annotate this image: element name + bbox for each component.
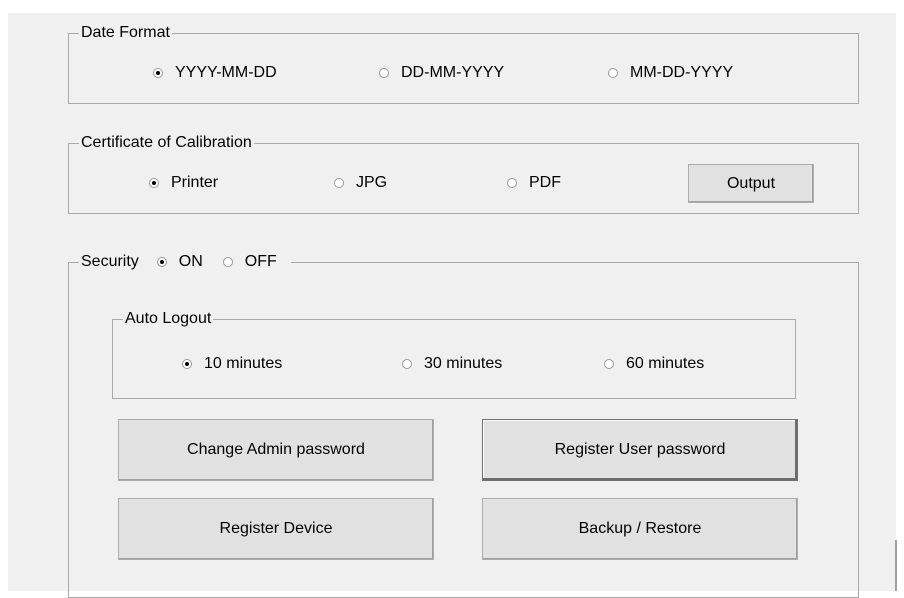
radio-label: MM-DD-YYYY bbox=[630, 64, 734, 81]
register-user-password-button[interactable]: Register User password bbox=[482, 419, 798, 481]
radio-selected-icon bbox=[182, 359, 192, 369]
radio-unselected-icon bbox=[334, 178, 344, 188]
radio-label: Printer bbox=[171, 174, 219, 191]
radio-30-minutes[interactable]: 30 minutes bbox=[402, 355, 502, 373]
auto-logout-title: Auto Logout bbox=[125, 310, 212, 327]
radio-unselected-icon bbox=[379, 68, 389, 78]
security-legend: Security ON OFF bbox=[79, 253, 291, 271]
radio-label: 10 minutes bbox=[204, 355, 283, 372]
radio-60-minutes[interactable]: 60 minutes bbox=[604, 355, 704, 373]
radio-selected-icon bbox=[156, 257, 167, 267]
window-edge bbox=[895, 540, 897, 591]
radio-label: JPG bbox=[356, 174, 388, 191]
output-button[interactable]: Output bbox=[688, 164, 814, 203]
certificate-title: Certificate of Calibration bbox=[81, 134, 252, 151]
radio-dd-mm-yyyy[interactable]: DD-MM-YYYY bbox=[379, 64, 504, 82]
radio-label: 60 minutes bbox=[626, 355, 705, 372]
radio-printer[interactable]: Printer bbox=[149, 174, 218, 192]
radio-pdf[interactable]: PDF bbox=[507, 174, 561, 192]
radio-label: DD-MM-YYYY bbox=[401, 64, 505, 81]
radio-mm-dd-yyyy[interactable]: MM-DD-YYYY bbox=[608, 64, 733, 82]
radio-security-off[interactable]: OFF bbox=[222, 253, 277, 271]
radio-unselected-icon bbox=[604, 359, 614, 369]
radio-yyyy-mm-dd[interactable]: YYYY-MM-DD bbox=[153, 64, 277, 82]
change-admin-password-button[interactable]: Change Admin password bbox=[118, 419, 434, 481]
radio-label: PDF bbox=[529, 174, 561, 191]
radio-10-minutes[interactable]: 10 minutes bbox=[182, 355, 282, 373]
radio-unselected-icon bbox=[507, 178, 517, 188]
radio-label: ON bbox=[178, 253, 203, 270]
radio-unselected-icon bbox=[402, 359, 412, 369]
radio-unselected-icon bbox=[222, 257, 233, 267]
date-format-title: Date Format bbox=[81, 24, 170, 41]
radio-selected-icon bbox=[149, 178, 159, 188]
register-device-button[interactable]: Register Device bbox=[118, 498, 434, 560]
backup-restore-button[interactable]: Backup / Restore bbox=[482, 498, 798, 560]
radio-label: YYYY-MM-DD bbox=[175, 64, 277, 81]
radio-unselected-icon bbox=[608, 68, 618, 78]
radio-selected-icon bbox=[153, 68, 163, 78]
radio-jpg[interactable]: JPG bbox=[334, 174, 387, 192]
radio-label: OFF bbox=[244, 253, 277, 270]
security-title: Security bbox=[81, 253, 139, 270]
radio-security-on[interactable]: ON bbox=[156, 253, 203, 271]
radio-label: 30 minutes bbox=[424, 355, 503, 372]
